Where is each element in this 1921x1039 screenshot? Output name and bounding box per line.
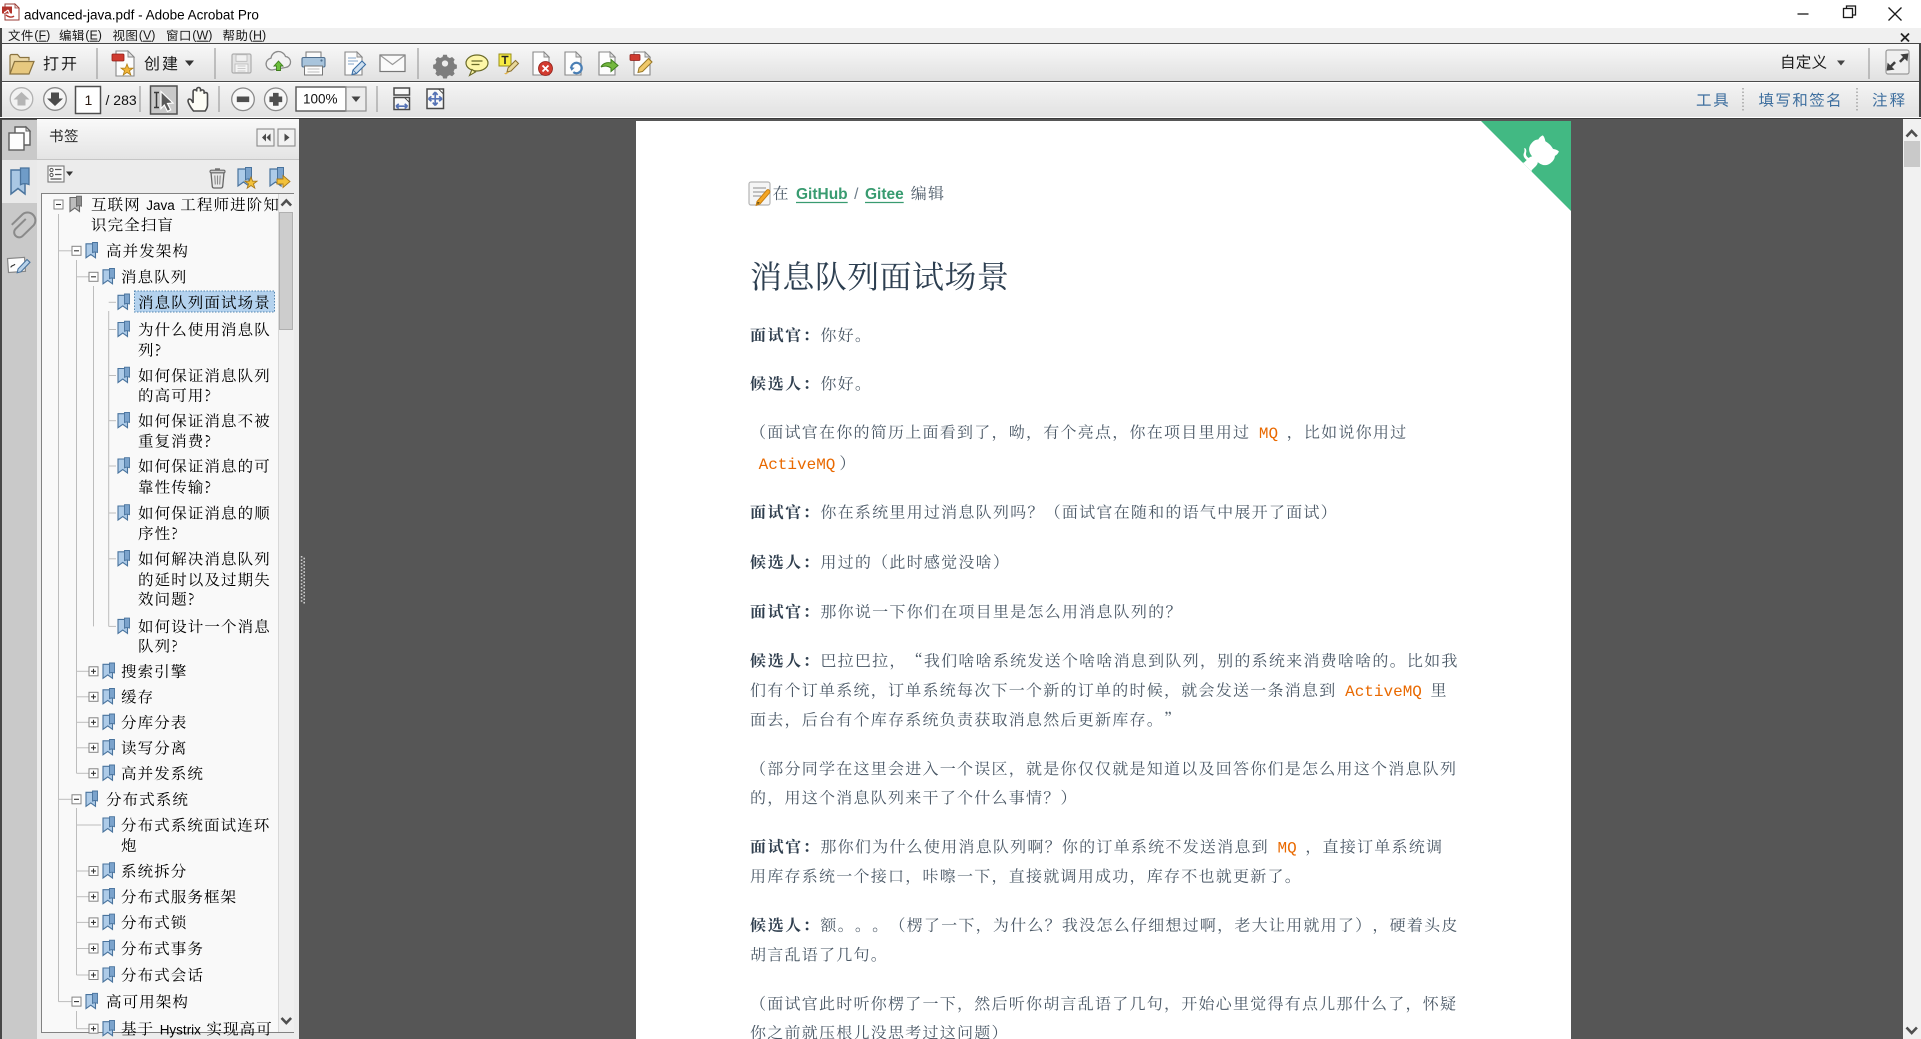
svg-text:MQ: MQ [1278,839,1297,857]
svg-text:1: 1 [85,92,93,108]
svg-text:100%: 100% [303,92,338,107]
svg-text:/ 283: / 283 [106,92,137,108]
svg-text:ActiveMQ: ActiveMQ [759,456,836,474]
svg-text:(W): (W) [192,29,212,43]
svg-text:GitHub: GitHub [796,186,848,203]
svg-text:/: / [854,186,859,203]
svg-text:(H): (H) [249,29,266,43]
svg-text:Hystrix: Hystrix [160,1022,201,1037]
svg-text:(E): (E) [85,29,102,43]
svg-text:(V): (V) [139,29,156,43]
svg-text:Java: Java [146,198,175,213]
svg-text:advanced-java.pdf - Adobe Acro: advanced-java.pdf - Adobe Acrobat Pro [24,8,259,23]
svg-text:MQ: MQ [1259,425,1278,443]
svg-text:Gitee: Gitee [865,186,904,203]
svg-text:ActiveMQ: ActiveMQ [1345,683,1422,701]
svg-text:(F): (F) [34,29,50,43]
